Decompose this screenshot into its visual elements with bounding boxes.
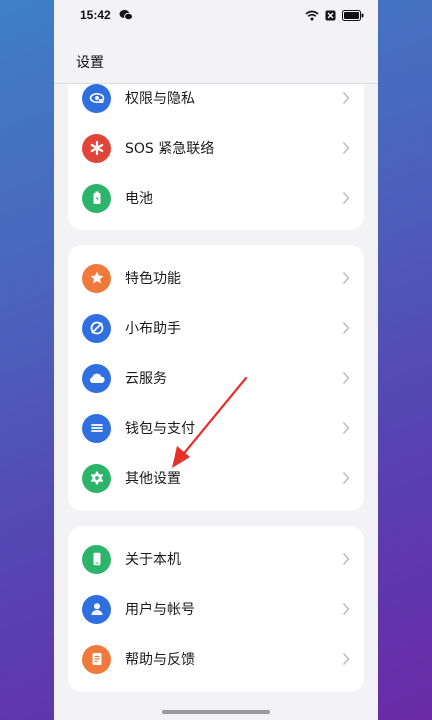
- settings-item-label: 云服务: [125, 371, 167, 387]
- sim-off-icon: [325, 10, 336, 20]
- settings-item-sos[interactable]: SOS 紧急联络: [68, 123, 364, 173]
- chevron-right-icon: [342, 603, 350, 615]
- gear-icon: [82, 463, 111, 493]
- phone-screen: 15:42 设置 权限与隐私 SOS 紧急联络 电池 特色功能 小布助手 云服务…: [54, 0, 378, 720]
- chevron-right-icon: [342, 422, 350, 434]
- settings-item-label: 权限与隐私: [125, 91, 195, 107]
- settings-item-label: 小布助手: [125, 321, 181, 337]
- privacy-icon: [82, 83, 111, 113]
- settings-item-assistant[interactable]: 小布助手: [68, 303, 364, 353]
- settings-item-label: 特色功能: [125, 271, 181, 287]
- wechat-icon: [119, 10, 133, 21]
- settings-item-label: 钱包与支付: [125, 421, 195, 437]
- settings-item-battery[interactable]: 电池: [68, 173, 364, 223]
- settings-item-features[interactable]: 特色功能: [68, 253, 364, 303]
- chevron-right-icon: [342, 653, 350, 665]
- sos-icon: [82, 133, 111, 163]
- battery-icon: [82, 183, 111, 213]
- settings-item-other[interactable]: 其他设置: [68, 453, 364, 503]
- star-icon: [82, 263, 111, 293]
- chevron-right-icon: [342, 372, 350, 384]
- battery-status-icon: [342, 9, 364, 21]
- page-header: 设置: [54, 30, 378, 84]
- settings-group-3: 关于本机 用户与帐号 帮助与反馈: [68, 526, 364, 692]
- status-bar: 15:42: [54, 0, 378, 30]
- page-title: 设置: [76, 55, 104, 71]
- help-icon: [82, 644, 111, 674]
- chevron-right-icon: [342, 553, 350, 565]
- chevron-right-icon: [342, 142, 350, 154]
- wifi-icon: [305, 10, 319, 20]
- settings-item-label: 其他设置: [125, 471, 181, 487]
- chevron-right-icon: [342, 322, 350, 334]
- settings-item-account[interactable]: 用户与帐号: [68, 584, 364, 634]
- settings-group-2: 特色功能 小布助手 云服务 钱包与支付 其他设置: [68, 245, 364, 511]
- user-icon: [82, 594, 111, 624]
- settings-item-cloud[interactable]: 云服务: [68, 353, 364, 403]
- chevron-right-icon: [342, 192, 350, 204]
- settings-item-label: 用户与帐号: [125, 602, 195, 618]
- settings-item-wallet[interactable]: 钱包与支付: [68, 403, 364, 453]
- settings-item-label: 电池: [125, 191, 153, 207]
- status-time: 15:42: [80, 8, 111, 22]
- settings-item-label: 帮助与反馈: [125, 652, 195, 668]
- chevron-right-icon: [342, 472, 350, 484]
- assistant-icon: [82, 313, 111, 343]
- settings-item-about[interactable]: 关于本机: [68, 534, 364, 584]
- settings-item-help[interactable]: 帮助与反馈: [68, 634, 364, 684]
- wallet-icon: [82, 413, 111, 443]
- settings-item-label: SOS 紧急联络: [125, 141, 215, 157]
- chevron-right-icon: [342, 272, 350, 284]
- chevron-right-icon: [342, 92, 350, 104]
- phone-icon: [82, 544, 111, 574]
- cloud-icon: [82, 363, 111, 393]
- settings-item-label: 关于本机: [125, 552, 181, 568]
- home-indicator[interactable]: [162, 710, 270, 714]
